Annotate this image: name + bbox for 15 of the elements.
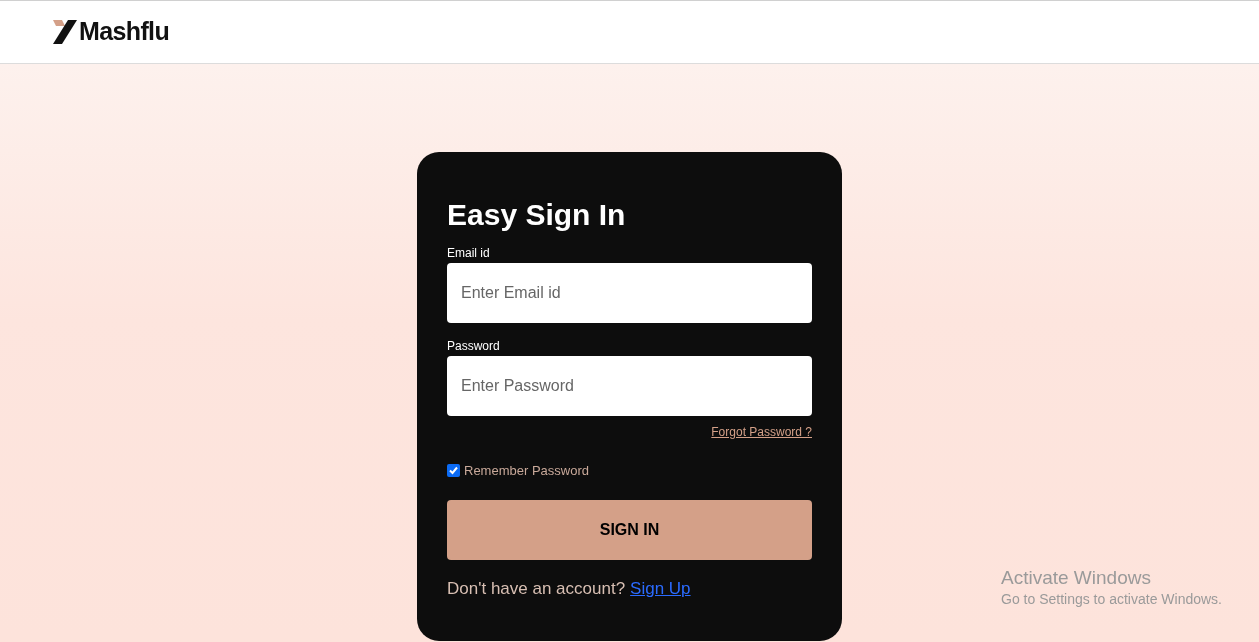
signup-prompt: Don't have an account? [447,577,626,600]
brand-name: Mashflu [79,16,170,48]
field-label: Email id [447,245,491,261]
sign-in-button[interactable]: SIGN IN [447,499,812,560]
input-field[interactable]: Enter Password [447,356,812,416]
activation-title: Activate Windows [1001,566,1152,590]
remember-label: Remember Password [464,462,589,480]
logo-icon [53,20,77,44]
forgot-password-link[interactable]: Forgot Password ? [711,423,812,441]
sign-up-link[interactable]: Sign Up [630,575,691,601]
activation-subtitle: Go to Settings to activate Windows. [1001,590,1222,608]
field-label: Password [447,338,501,354]
form-title: Easy Sign In [447,197,627,233]
input-field[interactable]: Enter Email id [447,263,812,323]
remember-checkbox[interactable] [447,464,460,478]
